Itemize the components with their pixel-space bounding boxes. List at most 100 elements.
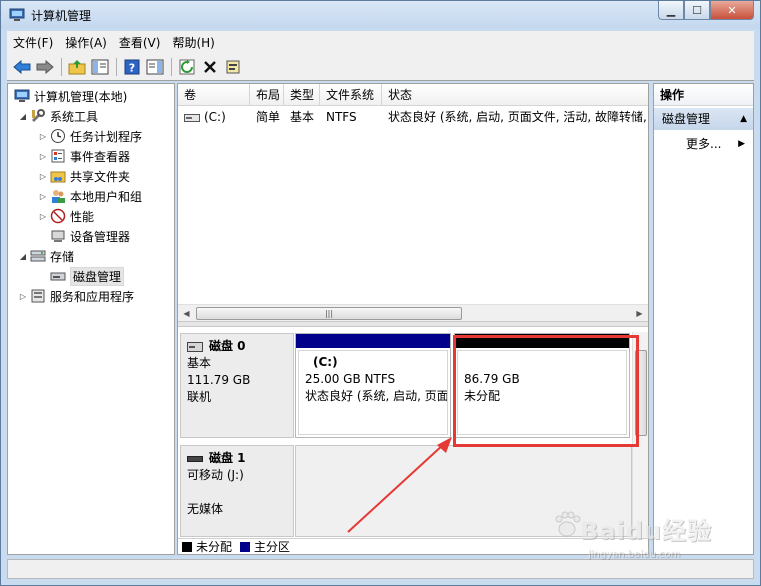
scrollbar-thumb[interactable]: ||| — [196, 307, 462, 320]
baidu-paw-icon — [555, 511, 581, 537]
volume-drive-icon — [184, 113, 200, 122]
expand-arrow-icon[interactable]: ▷ — [38, 132, 48, 141]
actions-pane: 操作 磁盘管理 ▲ 更多... ▶ — [653, 83, 754, 555]
up-folder-button[interactable] — [66, 56, 88, 78]
tree-item-storage[interactable]: ◢ 存储 — [18, 246, 74, 266]
tree-label: 共享文件夹 — [70, 169, 131, 184]
close-button[interactable]: ✕ — [710, 1, 754, 20]
tree-item-services-apps[interactable]: ▷ 服务和应用程序 — [18, 286, 134, 306]
show-tree-icon — [91, 59, 109, 74]
scroll-right-icon[interactable]: ▶ — [631, 305, 648, 322]
tree-label: 设备管理器 — [70, 229, 131, 244]
menu-action[interactable]: 操作(A) — [59, 34, 113, 51]
volume-cell: (C:) — [178, 108, 250, 126]
disk-0-label[interactable]: 磁盘 0 基本 111.79 GB 联机 — [180, 333, 294, 438]
scrollbar-thumb[interactable] — [635, 350, 647, 436]
help-button[interactable]: ? — [121, 56, 143, 78]
minimize-icon: ▁ — [666, 3, 676, 17]
expand-arrow-icon[interactable]: ▷ — [38, 152, 48, 161]
services-icon — [31, 289, 45, 303]
menu-bar: 文件(F) 操作(A) 查看(V) 帮助(H) — [7, 31, 754, 53]
maximize-icon: ☐ — [692, 3, 702, 17]
storage-icon — [30, 250, 46, 262]
column-header-layout[interactable]: 布局 — [250, 84, 284, 106]
back-button[interactable] — [11, 56, 33, 78]
tree-label: 磁盘管理 — [70, 266, 125, 286]
tree-label: 任务计划程序 — [70, 129, 143, 144]
disk-media: 无媒体 — [187, 502, 224, 516]
more-actions[interactable]: 更多... ▶ — [654, 134, 753, 154]
actions-title: 操作 — [654, 84, 753, 106]
disk-type: 可移动 (J:) — [187, 468, 244, 482]
volume-list-horizontal-scrollbar[interactable]: ◀ ||| ▶ — [178, 304, 648, 321]
tree-label: 本地用户和组 — [70, 189, 143, 204]
tree-item-task-scheduler[interactable]: ▷ 任务计划程序 — [38, 126, 142, 146]
properties-button[interactable] — [222, 56, 244, 78]
watermark-subtext: jingyan.baidu.com — [588, 549, 681, 560]
menu-help[interactable]: 帮助(H) — [166, 34, 220, 51]
actions-section-disk-management[interactable]: 磁盘管理 ▲ — [654, 108, 753, 130]
partition-unallocated[interactable]: 86.79 GB 未分配 — [454, 333, 630, 438]
partition-size: 86.79 GB — [464, 372, 520, 386]
baidu-watermark: Baidu经验 jingyan.baidu.com — [555, 505, 740, 575]
tree-item-local-users[interactable]: ▷ 本地用户和组 — [38, 186, 142, 206]
expand-arrow-icon[interactable]: ▷ — [38, 212, 48, 221]
toolbar-separator — [61, 57, 62, 76]
forward-button[interactable] — [34, 56, 56, 78]
disk-management-icon — [50, 272, 66, 281]
column-header-type[interactable]: 类型 — [284, 84, 320, 106]
computer-management-window: 计算机管理 ▁ ☐ ✕ 文件(F) 操作(A) 查看(V) 帮助(H) ? 计算… — [0, 0, 761, 586]
tree-label: 事件查看器 — [70, 149, 131, 164]
disk-type: 基本 — [187, 356, 212, 370]
partition-size: 25.00 GB NTFS — [305, 372, 396, 386]
table-row[interactable]: (C:) 简单 基本 NTFS 状态良好 (系统, 启动, 页面文件, 活动, … — [178, 108, 648, 126]
volume-name: (C:) — [204, 110, 226, 124]
tree-item-system-tools[interactable]: ◢ 系统工具 — [18, 106, 98, 126]
disk-1-label[interactable]: 磁盘 1 可移动 (J:) 无媒体 — [180, 445, 294, 537]
column-header-filesystem[interactable]: 文件系统 — [320, 84, 382, 106]
menu-file[interactable]: 文件(F) — [7, 34, 59, 51]
tree-item-root[interactable]: 计算机管理(本地) — [12, 86, 127, 106]
computer-management-icon — [9, 8, 25, 21]
tree-item-device-manager[interactable]: 设备管理器 — [48, 226, 130, 246]
legend-label: 未分配 — [196, 540, 233, 554]
delete-icon — [204, 60, 216, 73]
refresh-button[interactable] — [176, 56, 198, 78]
status-cell: 状态良好 (系统, 启动, 页面文件, 活动, 故障转储, 主 — [388, 110, 648, 124]
menu-view[interactable]: 查看(V) — [113, 34, 167, 51]
tree-item-performance[interactable]: ▷ 性能 — [38, 206, 94, 226]
tree-label: 系统工具 — [50, 109, 99, 124]
show-tree-button[interactable] — [89, 56, 111, 78]
tree-item-event-viewer[interactable]: ▷ 事件查看器 — [38, 146, 130, 166]
clock-icon — [51, 129, 65, 143]
collapse-up-icon: ▲ — [740, 114, 747, 124]
scroll-left-icon[interactable]: ◀ — [178, 305, 195, 322]
minimize-button[interactable]: ▁ — [658, 1, 684, 20]
tree-item-shared-folders[interactable]: ▷ 共享文件夹 — [38, 166, 130, 186]
column-header-status[interactable]: 状态 — [382, 84, 648, 106]
partition-label: (C:) — [313, 355, 338, 369]
column-header-volume[interactable]: 卷 — [178, 84, 250, 106]
expand-arrow-icon[interactable]: ▷ — [38, 192, 48, 201]
filesystem-cell: NTFS — [326, 110, 357, 124]
toolbar: ? — [7, 53, 754, 81]
tree-item-disk-management[interactable]: 磁盘管理 — [48, 266, 125, 286]
expand-arrow-icon[interactable]: ▷ — [18, 292, 28, 301]
delete-button[interactable] — [199, 56, 221, 78]
collapse-arrow-icon[interactable]: ◢ — [18, 112, 28, 121]
partition-c[interactable]: (C:) 25.00 GB NTFS 状态良好 (系统, 启动, 页面 — [295, 333, 451, 438]
legend-swatch-unallocated — [182, 541, 192, 552]
back-icon — [13, 59, 31, 74]
primary-partition-bar — [296, 334, 450, 348]
maximize-button[interactable]: ☐ — [684, 1, 710, 20]
collapse-arrow-icon[interactable]: ◢ — [18, 252, 28, 261]
disk-state: 联机 — [187, 390, 212, 404]
up-folder-icon — [68, 59, 86, 74]
partition-status: 状态良好 (系统, 启动, 页面 — [305, 389, 448, 403]
window-title: 计算机管理 — [31, 9, 92, 23]
disk-management-pane: 卷 布局 类型 文件系统 状态 (C:) 简单 基本 NTFS 状态良好 (系统… — [177, 83, 649, 555]
more-actions-label: 更多... — [686, 137, 722, 151]
forward-icon — [36, 59, 54, 74]
show-action-pane-button[interactable] — [144, 56, 166, 78]
expand-arrow-icon[interactable]: ▷ — [38, 172, 48, 181]
